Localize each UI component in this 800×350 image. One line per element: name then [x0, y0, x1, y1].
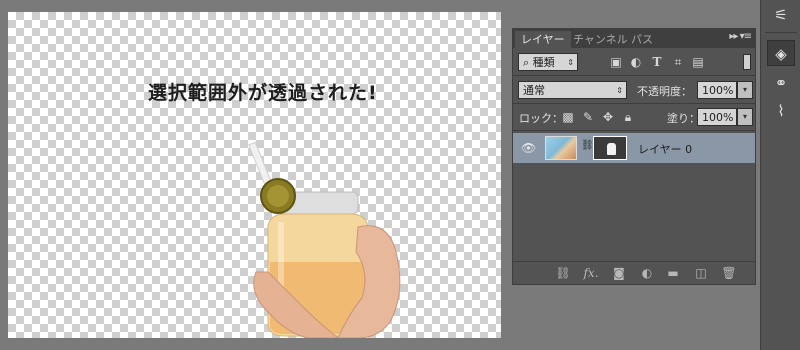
lock-position-icon[interactable]: ✥ — [601, 110, 615, 124]
type-filter-icon[interactable]: T — [650, 55, 664, 69]
lock-image-icon[interactable]: ✎ — [581, 110, 595, 124]
document-canvas[interactable]: 選択範囲外が透過された! — [8, 12, 501, 338]
layer-mask-thumbnail[interactable] — [593, 136, 627, 160]
layers-panel-icon[interactable]: ◈ — [767, 40, 795, 66]
opacity-dropdown-button[interactable]: ▾ — [737, 81, 753, 99]
filter-kind-value: 種類 — [532, 56, 555, 69]
chain-link-icon[interactable]: ⛓︎ — [581, 140, 594, 151]
adjustment-filter-icon[interactable]: ◐ — [629, 55, 643, 69]
panel-menu-icon[interactable]: ▸▸ ▾≡ — [729, 31, 752, 42]
mask-shape — [607, 143, 616, 155]
right-panel-dock: ⚟ ◈ ⚭ ⌇ — [760, 0, 800, 350]
lock-all-icon[interactable]: 🔒︎ — [621, 110, 635, 124]
blend-mode-select[interactable]: 通常 ⇕ — [518, 81, 627, 99]
new-layer-icon[interactable]: ◫ — [693, 265, 709, 281]
updown-arrow-icon: ⇕ — [616, 86, 623, 95]
tab-paths[interactable]: パス — [625, 31, 659, 48]
eye-visibility-icon[interactable]: 👁︎ — [521, 141, 536, 155]
lock-label: ロック： — [519, 112, 563, 125]
lock-transparent-icon[interactable]: ▩ — [561, 110, 575, 124]
search-icon: ⌕ — [523, 56, 530, 69]
updown-arrow-icon: ⇕ — [567, 58, 574, 67]
panel-tab-bar: レイヤー チャンネル パス ▸▸ ▾≡ — [513, 29, 755, 48]
opacity-input[interactable]: 100% — [697, 81, 737, 99]
properties-panel-icon[interactable]: ⚟ — [767, 2, 795, 28]
fill-input[interactable]: 100% — [697, 108, 737, 126]
divider — [513, 130, 755, 131]
divider — [765, 32, 797, 33]
blend-mode-value: 通常 — [523, 84, 545, 97]
fx-icon[interactable]: fx. — [583, 265, 599, 281]
drink-jar-photo — [248, 141, 401, 338]
group-folder-icon[interactable]: ▬ — [665, 265, 681, 281]
tab-channels[interactable]: チャンネル — [567, 31, 634, 48]
layers-panel: レイヤー チャンネル パス ▸▸ ▾≡ ⌕ 種類 ⇕ ▣ ◐ T ⌗ ▤ 通常 … — [512, 28, 756, 285]
smart-object-filter-icon[interactable]: ▤ — [691, 55, 705, 69]
image-filter-icon[interactable]: ▣ — [609, 55, 623, 69]
blend-row: 通常 ⇕ 不透明度： 100% ▾ — [513, 81, 755, 99]
filter-toggle-switch[interactable] — [743, 54, 751, 70]
canvas-caption-text: 選択範囲外が透過された! — [148, 82, 378, 104]
trash-icon[interactable]: 🗑︎ — [721, 265, 737, 281]
layer-name[interactable]: レイヤー 0 — [638, 141, 692, 157]
panel-bottom-bar: ⛓︎ fx. ◙ ◐ ▬ ◫ 🗑︎ — [513, 261, 755, 284]
layer-row[interactable]: 👁︎ ⛓︎ レイヤー 0 — [513, 133, 755, 163]
divider — [513, 75, 755, 76]
filter-row: ⌕ 種類 ⇕ ▣ ◐ T ⌗ ▤ — [513, 53, 755, 71]
shape-filter-icon[interactable]: ⌗ — [671, 55, 685, 69]
filter-kind-select[interactable]: ⌕ 種類 ⇕ — [518, 53, 578, 71]
opacity-label: 不透明度： — [637, 85, 692, 98]
channels-panel-icon[interactable]: ⚭ — [767, 70, 795, 96]
link-layers-icon[interactable]: ⛓︎ — [555, 265, 571, 281]
divider — [513, 103, 755, 104]
lock-row: ロック： ▩ ✎ ✥ 🔒︎ 塗り： 100% ▾ — [513, 108, 755, 126]
paths-panel-icon[interactable]: ⌇ — [767, 98, 795, 124]
fill-label: 塗り： — [667, 112, 700, 125]
add-mask-icon[interactable]: ◙ — [611, 265, 627, 281]
adjustment-layer-icon[interactable]: ◐ — [639, 265, 655, 281]
tab-layers[interactable]: レイヤー — [515, 31, 571, 48]
layer-thumbnail[interactable] — [545, 136, 577, 160]
fill-dropdown-button[interactable]: ▾ — [737, 108, 753, 126]
